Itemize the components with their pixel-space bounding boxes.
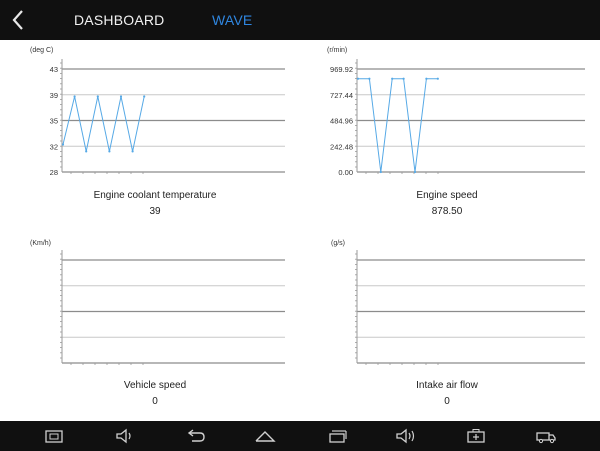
data-point (391, 77, 394, 80)
screenshot-icon[interactable] (43, 428, 65, 444)
data-point (356, 77, 360, 80)
data-point (73, 95, 76, 98)
chart-value: 0 (444, 396, 450, 407)
y-tick-label: 32 (50, 142, 58, 151)
vehicle-icon[interactable] (535, 428, 557, 444)
data-point (379, 170, 382, 174)
chart-label: Engine speed (416, 190, 478, 201)
y-tick-label: 969.92 (330, 65, 353, 74)
y-tick-label: 727.44 (330, 91, 353, 100)
chevron-left-icon (12, 10, 23, 30)
data-point (119, 95, 123, 98)
chart-value: 0 (152, 396, 158, 407)
chart-value: 878.50 (431, 206, 463, 217)
y-tick-label: 28 (50, 168, 58, 177)
y-tick-label: 0.00 (338, 168, 353, 177)
data-point (108, 150, 111, 153)
engine-speed-panel: (r/min) 969.92 727.44 484.96 242.48 0.00 Eng… (300, 40, 600, 220)
data-point (436, 77, 439, 80)
y-tick-label: 242.48 (330, 142, 353, 151)
recent-apps-icon[interactable] (326, 428, 348, 444)
series-line (62, 96, 145, 152)
tab-dashboard[interactable]: DASHBOARD (74, 12, 164, 28)
system-nav-bar (0, 421, 600, 451)
data-point (96, 95, 99, 98)
coolant-temp-chart: 43 39 35 32 28 (50, 59, 285, 177)
coolant-temp-panel: (deg C) 43 39 35 32 28 Engine coolant temper… (0, 40, 300, 220)
data-point (143, 95, 146, 98)
toolbox-icon[interactable] (465, 428, 487, 444)
intake-air-flow-panel: (g/s) Intake air flow 0 (300, 234, 600, 414)
home-icon[interactable] (254, 428, 276, 444)
data-point (85, 150, 88, 153)
back-arrow-icon[interactable] (184, 428, 206, 444)
top-bar: DASHBOARD WAVE (0, 0, 600, 40)
volume-down-icon[interactable] (114, 428, 136, 444)
chart-label: Vehicle speed (123, 380, 187, 391)
y-tick-label: 43 (50, 65, 58, 74)
vehicle-speed-panel: (Km/h) Vehicle speed 0 (0, 234, 300, 414)
y-tick-label: 39 (50, 91, 58, 100)
data-point (131, 150, 134, 153)
data-point (402, 77, 405, 80)
data-point (425, 77, 428, 80)
chart-value: 39 (149, 206, 161, 217)
engine-speed-chart: 969.92 727.44 484.96 242.48 0.00 (330, 59, 585, 177)
y-tick-label: 484.96 (330, 117, 353, 126)
chart-label: Intake air flow (416, 380, 478, 391)
intake-air-flow-chart (355, 250, 585, 365)
volume-up-icon[interactable] (395, 428, 417, 444)
y-tick-label: 35 (50, 117, 58, 126)
chart-label: Engine coolant temperature (93, 190, 217, 201)
data-point (368, 77, 371, 80)
data-point (61, 143, 65, 146)
tab-wave[interactable]: WAVE (212, 12, 252, 28)
back-button[interactable] (6, 6, 32, 34)
series-line (358, 78, 438, 173)
data-point (413, 170, 417, 174)
vehicle-speed-chart (60, 250, 285, 365)
